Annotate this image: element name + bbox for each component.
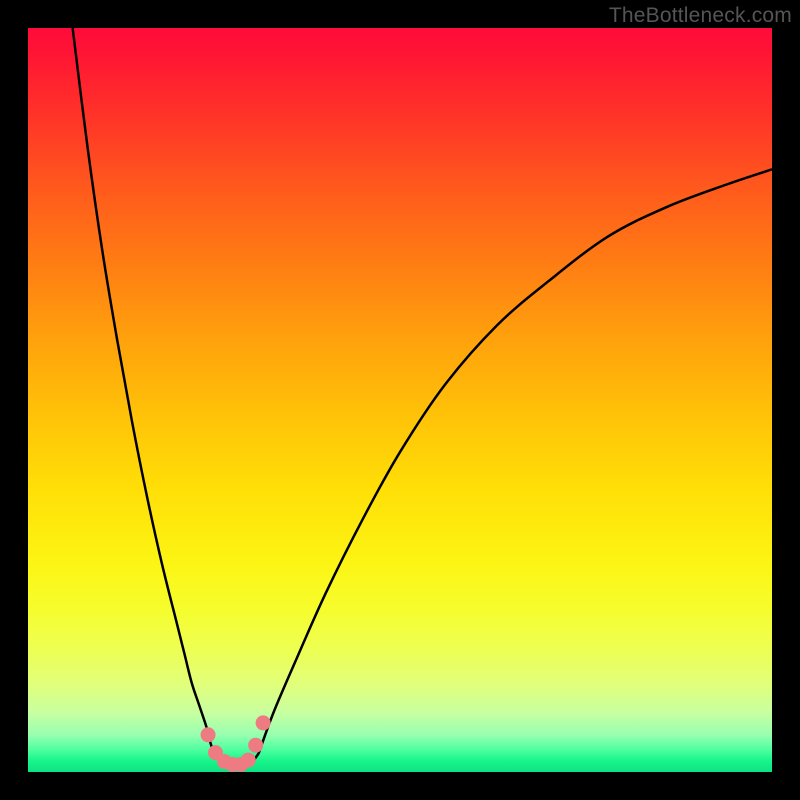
right-curve-line	[259, 169, 772, 753]
plot-area	[28, 28, 772, 772]
bottleneck-curve-chart	[28, 28, 772, 772]
valley-dot	[256, 715, 271, 730]
valley-dot	[248, 738, 263, 753]
watermark-text: TheBottleneck.com	[609, 4, 792, 28]
chart-frame: TheBottleneck.com	[0, 0, 800, 800]
valley-dot	[241, 753, 256, 768]
valley-dot	[201, 727, 216, 742]
left-curve-line	[73, 28, 214, 753]
